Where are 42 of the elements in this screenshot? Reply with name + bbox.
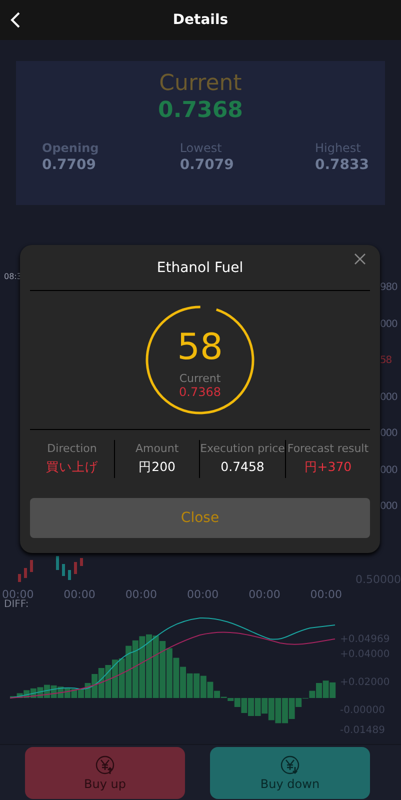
page-title: Details <box>172 12 228 28</box>
result-label: Direction <box>47 442 97 455</box>
time-label: 00:00 <box>2 588 34 601</box>
stat-label: Highest <box>314 141 362 155</box>
result-label: Execution price <box>200 442 285 455</box>
stat-label: Lowest <box>180 141 223 155</box>
yen-coin-icon <box>280 755 300 775</box>
result-value: 円+370 <box>304 459 352 476</box>
axis-label: 000 <box>380 392 398 402</box>
time-label: 00:00 <box>64 588 96 601</box>
stat-value: 0.7709 <box>42 157 98 173</box>
axis-label: 980 <box>380 282 398 293</box>
axis-label: 000 <box>380 501 398 512</box>
result-label: Forecast result <box>287 442 369 455</box>
close-button[interactable]: Close <box>30 498 370 538</box>
buy-down-button[interactable]: Buy down <box>210 747 370 799</box>
axis-label: 58 <box>380 355 393 366</box>
buy-up-button[interactable]: Buy up <box>25 747 185 799</box>
yen-coin-icon <box>95 755 115 775</box>
stat-label: Opening <box>42 141 99 155</box>
time-label: 00:00 <box>310 588 342 601</box>
countdown-number: 58 <box>177 328 223 368</box>
result-value: 買い上げ <box>46 459 98 476</box>
current-price: 0.7368 <box>158 98 243 123</box>
dialog-title: Ethanol Fuel <box>30 245 370 291</box>
current-price: 0.7368 <box>179 384 221 398</box>
time-label: 00:00 <box>186 588 219 601</box>
time-label: 00:00 <box>125 588 158 601</box>
axis-label: 000 <box>380 318 398 330</box>
result-value: 0.7458 <box>220 459 264 474</box>
result-value: 円200 <box>138 459 176 476</box>
stat-value: 0.7833 <box>314 157 369 173</box>
close-icon[interactable] <box>354 253 366 265</box>
axis-label: 000 <box>380 428 398 439</box>
back-icon[interactable] <box>10 12 22 28</box>
macd-legend: DIFF: <box>4 599 29 610</box>
axis-label: 000 <box>380 464 398 476</box>
stat-value: 0.7079 <box>180 157 234 173</box>
current-label: Current <box>179 372 221 384</box>
result-label: Amount <box>135 442 179 455</box>
time-label: 00:00 <box>248 588 280 601</box>
current-label: Current <box>159 71 242 96</box>
